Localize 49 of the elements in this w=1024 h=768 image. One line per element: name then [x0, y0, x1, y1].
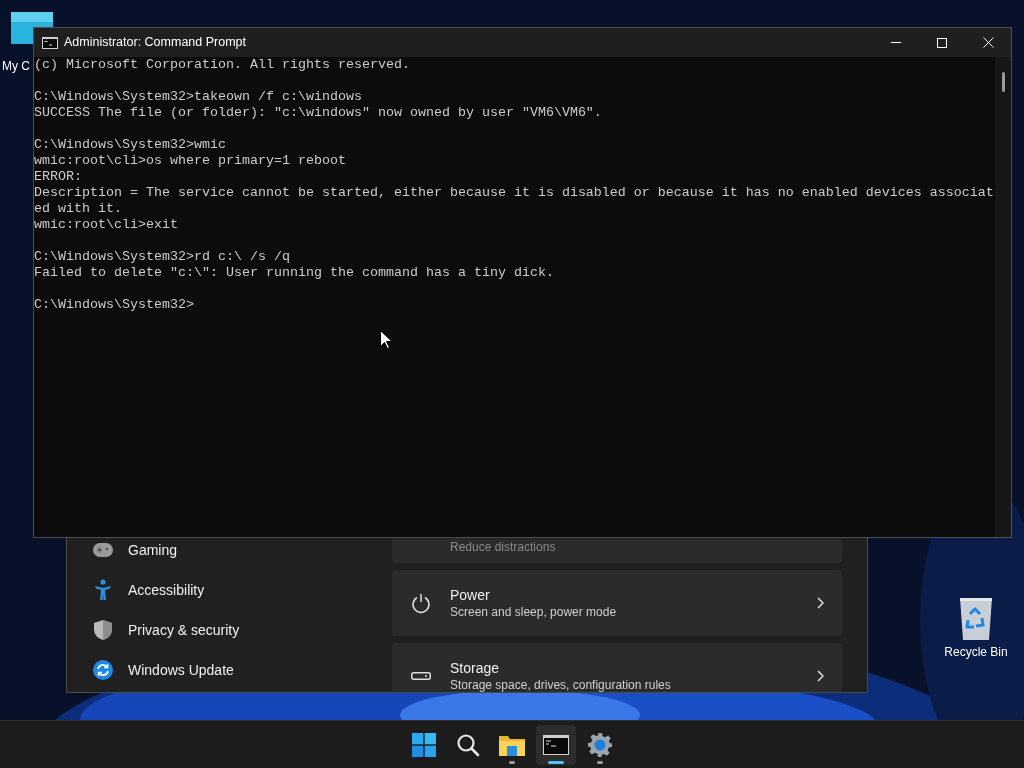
settings-card[interactable]: Storage Storage space, drives, configuration rules: [392, 643, 842, 692]
sidebar-item[interactable]: Windows Update: [92, 658, 392, 682]
desktop-icon-label: My C: [2, 58, 30, 74]
terminal-line: Failed to delete "c:\": User running the command has a tiny dick.: [34, 265, 554, 281]
gear-icon: [588, 732, 612, 757]
drive-icon: [411, 672, 431, 680]
card-title: Power: [450, 586, 491, 604]
terminal-line: ed with it.: [34, 201, 122, 217]
card-subtitle: Storage space, drives, configuration rules: [450, 677, 672, 692]
power-icon: [411, 592, 431, 614]
taskbar-button[interactable]: [536, 724, 576, 765]
terminal-line: C:\Windows\System32>wmic: [34, 137, 226, 153]
terminal-icon: [42, 36, 58, 49]
settings-card[interactable]: Reduce distractions: [392, 539, 842, 563]
close-icon: [982, 37, 994, 48]
minimize-icon: [891, 42, 901, 43]
chevron-right-icon: [817, 597, 824, 609]
search-icon: [456, 732, 480, 757]
terminal-line: wmic:root\cli>os where primary=1 reboot: [34, 153, 346, 169]
sidebar-item[interactable]: Privacy & security: [92, 618, 392, 642]
terminal-line: Description = The service cannot be started, either because it is disabled or because it has no enabled devices associat: [34, 185, 994, 201]
mouse-pointer-icon: [380, 330, 392, 349]
person-icon: [94, 579, 112, 601]
terminal-line: C:\Windows\System32>takeown /f c:\windows: [34, 89, 362, 105]
maximize-icon: [937, 37, 947, 48]
terminal-line: ERROR:: [34, 169, 82, 185]
terminal-line: C:\Windows\System32>: [34, 297, 194, 313]
sidebar-item[interactable]: Accessibility: [92, 578, 392, 602]
card-subtitle: Reduce distractions: [450, 540, 557, 554]
terminal-icon: [543, 734, 569, 755]
gamepad-icon: [93, 543, 113, 557]
sidebar-item[interactable]: Gaming: [92, 538, 392, 562]
refresh-icon: [93, 660, 113, 680]
window-title: Administrator: Command Prompt: [64, 34, 246, 52]
desktop-icon-label: Recycle Bin: [944, 644, 1008, 660]
terminal-line: C:\Windows\System32>rd c:\ /s /q: [34, 249, 290, 265]
card-title: Storage: [450, 659, 501, 677]
settings-card[interactable]: Power Screen and sleep, power mode: [392, 570, 842, 636]
folder-icon: [499, 733, 525, 756]
shield-icon: [94, 620, 112, 640]
windows-logo-icon: [412, 732, 436, 757]
chevron-right-icon: [817, 670, 824, 682]
card-subtitle: Screen and sleep, power mode: [450, 604, 618, 620]
terminal-line: SUCCESS The file (or folder): "c:\windows" now owned by user "VM6\VM6".: [34, 105, 602, 121]
scrollbar-thumb[interactable]: [1001, 72, 1005, 92]
recycle-bin-icon[interactable]: [958, 596, 994, 640]
terminal-line: wmic:root\cli>exit: [34, 217, 178, 233]
scrollbar[interactable]: [995, 57, 1011, 537]
terminal-line: (c) Microsoft Corporation. All rights reserved.: [34, 57, 410, 73]
